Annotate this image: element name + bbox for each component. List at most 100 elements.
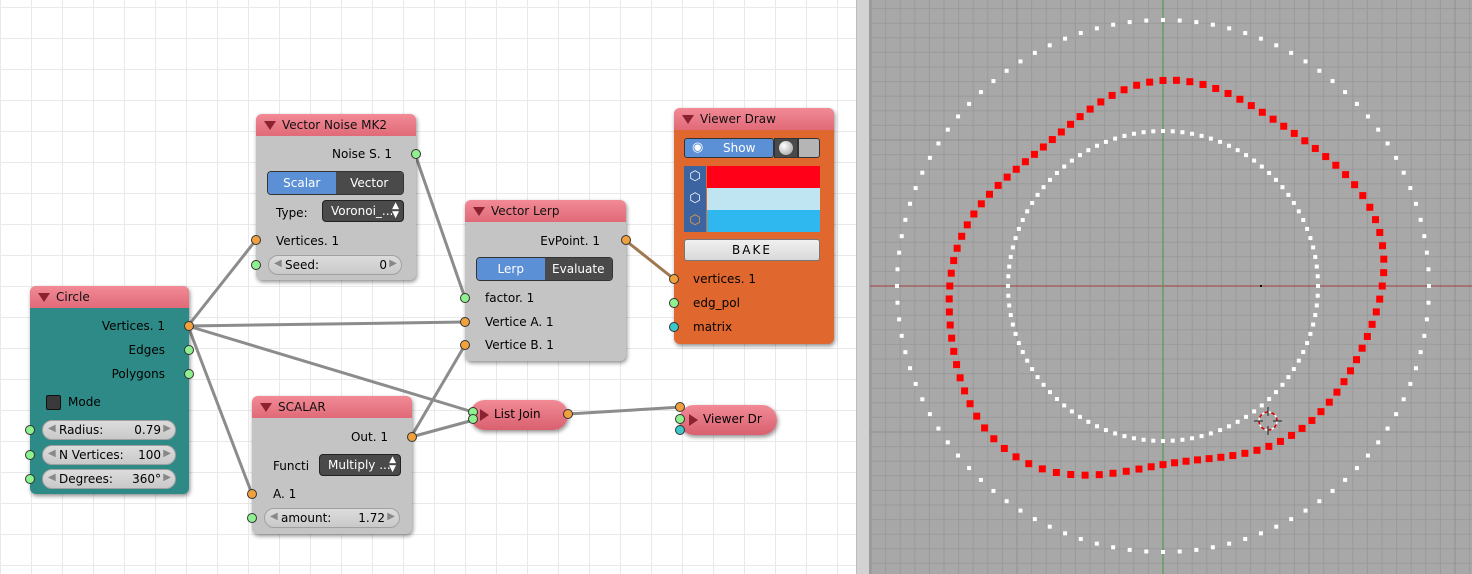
scalar-node-header[interactable]: SCALAR	[252, 396, 412, 418]
extra-toggle-button[interactable]	[798, 138, 820, 158]
point-inner	[1077, 414, 1082, 419]
radius-field[interactable]: ◀ Radius: 0.79 ▶	[42, 420, 176, 440]
sphere-toggle-button[interactable]	[774, 138, 798, 158]
scalar-option[interactable]: Scalar	[268, 172, 336, 194]
decrement-arrow-icon[interactable]: ◀	[48, 423, 56, 434]
point-inner	[1016, 341, 1021, 346]
input-a-socket[interactable]	[247, 489, 257, 499]
amount-socket[interactable]	[247, 513, 257, 523]
input-edgpol-socket[interactable]	[669, 298, 679, 308]
area-splitter[interactable]	[856, 0, 870, 574]
point-outer	[1385, 426, 1390, 431]
input-vertices-socket[interactable]	[669, 274, 679, 284]
output-evpoint-socket[interactable]	[621, 235, 631, 245]
point-red	[1258, 108, 1266, 116]
output-polygons-socket[interactable]	[184, 369, 194, 379]
viewer-draw-node[interactable]: Viewer Draw ◉ Show ⬡ ⬡ ⬡ BAKE vertices. …	[669, 108, 834, 344]
function-dropdown[interactable]: Multiply ... ▲ ▼	[319, 454, 401, 476]
degrees-field[interactable]: ◀ Degrees: 360° ▶	[42, 469, 176, 489]
show-toggle-button[interactable]: ◉ Show	[684, 138, 774, 158]
seed-socket[interactable]	[251, 260, 261, 270]
nverts-field[interactable]: ◀ N Vertices: 100 ▶	[42, 445, 176, 465]
input-vertice-b-socket[interactable]	[460, 340, 470, 350]
decrement-arrow-icon[interactable]: ◀	[270, 511, 278, 522]
noise-mode-toggle[interactable]: Scalar Vector	[267, 171, 404, 195]
point-inner	[1280, 185, 1285, 190]
point-red	[950, 257, 958, 265]
point-red	[1095, 471, 1103, 479]
collapse-triangle-icon[interactable]	[260, 403, 272, 412]
circle-node-header[interactable]: Circle	[30, 286, 189, 308]
point-outer	[936, 426, 941, 431]
point-red	[1236, 95, 1244, 103]
collapse-triangle-icon[interactable]	[480, 409, 489, 421]
circle-node[interactable]: Circle Vertices. 1 Edges Polygons Mode ◀…	[25, 286, 194, 494]
input-edgpol-socket[interactable]	[675, 414, 685, 424]
viewer-draw-node-header[interactable]: Viewer Draw	[674, 108, 834, 130]
viewer-draw-collapsed-node[interactable]: Viewer Dr	[675, 402, 777, 435]
output-vertices-socket[interactable]	[184, 321, 194, 331]
point-red	[961, 387, 969, 395]
input-vertice-b-label: Vertice B. 1	[485, 338, 554, 352]
3d-viewport[interactable]	[870, 0, 1472, 574]
increment-arrow-icon[interactable]: ▶	[163, 448, 171, 459]
radius-socket[interactable]	[25, 425, 35, 435]
input-vertices-label: Vertices. 1	[276, 234, 340, 248]
point-red	[1172, 76, 1180, 84]
vector-lerp-node[interactable]: Vector Lerp EvPoint. 1 Lerp Evaluate fac…	[460, 200, 631, 361]
scalar-node[interactable]: SCALAR Out. 1 Functi Multiply ... ▲ ▼ A. …	[247, 396, 417, 534]
decrement-arrow-icon[interactable]: ◀	[48, 472, 56, 483]
decrement-arrow-icon[interactable]: ◀	[274, 258, 282, 269]
type-dropdown[interactable]: Voronoi_... ▲ ▼	[322, 200, 404, 222]
input-matrix-socket[interactable]	[669, 322, 679, 332]
collapse-triangle-icon[interactable]	[473, 207, 485, 216]
point-red	[1358, 344, 1366, 352]
increment-arrow-icon[interactable]: ▶	[163, 423, 171, 434]
nverts-socket[interactable]	[25, 450, 35, 460]
color-swatch-vertices[interactable]	[707, 166, 820, 188]
point-inner	[1180, 437, 1185, 442]
color-swatch-edges[interactable]	[707, 188, 820, 210]
point-red	[953, 361, 961, 369]
color-swatch-faces[interactable]	[707, 210, 820, 232]
color-vertices-row[interactable]: ⬡	[684, 166, 820, 188]
input-vertices-socket[interactable]	[251, 235, 261, 245]
color-edges-row[interactable]: ⬡	[684, 188, 820, 210]
lerp-mode-toggle[interactable]: Lerp Evaluate	[476, 257, 613, 281]
point-red	[1182, 457, 1190, 465]
output-edges-socket[interactable]	[184, 345, 194, 355]
point-inner	[1314, 303, 1319, 308]
vector-option[interactable]: Vector	[335, 172, 403, 194]
input-factor-socket[interactable]	[460, 293, 470, 303]
input-vertices-socket[interactable]	[675, 402, 685, 412]
mode-checkbox[interactable]	[46, 395, 61, 410]
collapse-triangle-icon[interactable]	[682, 115, 694, 124]
collapse-triangle-icon[interactable]	[689, 414, 698, 426]
point-red	[1186, 78, 1194, 86]
decrement-arrow-icon[interactable]: ◀	[48, 448, 56, 459]
input-matrix-socket[interactable]	[675, 425, 685, 435]
node-editor[interactable]: Circle Vertices. 1 Edges Polygons Mode ◀…	[0, 0, 856, 574]
increment-arrow-icon[interactable]: ▶	[387, 511, 395, 522]
degrees-socket[interactable]	[25, 474, 35, 484]
vector-lerp-node-header[interactable]: Vector Lerp	[465, 200, 626, 222]
evaluate-option[interactable]: Evaluate	[544, 258, 612, 280]
increment-arrow-icon[interactable]: ▶	[163, 472, 171, 483]
output-socket[interactable]	[563, 409, 573, 419]
collapse-triangle-icon[interactable]	[264, 121, 276, 130]
seed-field[interactable]: ◀ Seed: 0 ▶	[268, 255, 402, 275]
bake-button[interactable]: BAKE	[684, 239, 820, 261]
increment-arrow-icon[interactable]: ▶	[389, 258, 397, 269]
output-out-socket[interactable]	[407, 432, 417, 442]
vector-noise-node-header[interactable]: Vector Noise MK2	[256, 114, 416, 136]
color-faces-row[interactable]: ⬡	[684, 210, 820, 232]
input-vertice-a-socket[interactable]	[460, 317, 470, 327]
collapse-triangle-icon[interactable]	[38, 293, 50, 302]
input-socket-2[interactable]	[468, 414, 478, 424]
lerp-option[interactable]: Lerp	[477, 258, 545, 280]
vector-noise-node[interactable]: Vector Noise MK2 Noise S. 1 Scalar Vecto…	[251, 114, 421, 280]
amount-field[interactable]: ◀ amount: 1.72 ▶	[264, 508, 400, 528]
list-join-node[interactable]: List Join	[468, 400, 573, 430]
output-noise-socket[interactable]	[411, 149, 421, 159]
point-outer	[1289, 50, 1294, 55]
